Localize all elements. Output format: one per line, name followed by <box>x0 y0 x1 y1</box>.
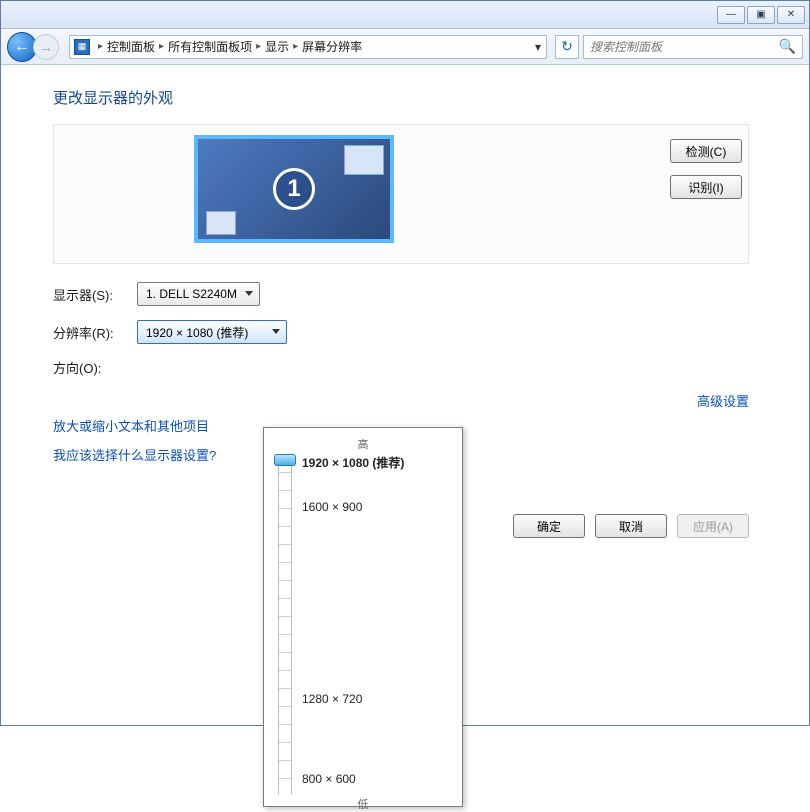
search-box[interactable]: 🔍 <box>583 35 803 59</box>
resolution-select[interactable]: 1920 × 1080 (推荐) <box>137 320 287 344</box>
chevron-right-icon: ▸ <box>98 41 103 52</box>
orientation-label: 方向(O): <box>53 358 137 377</box>
orientation-row: 方向(O): <box>53 358 749 377</box>
slider-high-label: 高 <box>274 436 452 452</box>
form-area: 显示器(S): 1. DELL S2240M 分辨率(R): 1920 × 10… <box>53 282 749 377</box>
breadcrumb-item[interactable]: 显示 <box>265 38 289 55</box>
display-select-value: 1. DELL S2240M <box>146 287 237 301</box>
breadcrumb[interactable]: ▦ ▸ 控制面板 ▸ 所有控制面板项 ▸ 显示 ▸ 屏幕分辨率 ▾ <box>69 35 547 59</box>
close-button[interactable]: ✕ <box>777 6 805 24</box>
breadcrumb-item[interactable]: 屏幕分辨率 <box>302 38 362 55</box>
breadcrumb-dropdown-icon[interactable]: ▾ <box>530 40 546 54</box>
titlebar: — ▣ ✕ <box>1 1 809 29</box>
breadcrumb-item[interactable]: 所有控制面板项 <box>168 38 252 55</box>
side-buttons: 检测(C) 识别(I) <box>670 135 742 199</box>
slider-low-label: 低 <box>274 796 452 812</box>
resolution-option[interactable]: 800 × 600 <box>302 772 356 786</box>
resolution-label: 分辨率(R): <box>53 323 137 342</box>
dropdown-body: 1920 × 1080 (推荐) 1600 × 900 1280 × 720 800 … <box>274 454 452 794</box>
preview-window-icon <box>344 145 384 175</box>
preview-window-icon <box>206 211 236 235</box>
resolution-option[interactable]: 1600 × 900 <box>302 500 362 514</box>
window: — ▣ ✕ ← → ▦ ▸ 控制面板 ▸ 所有控制面板项 ▸ 显示 ▸ 屏幕分辨… <box>0 0 810 726</box>
minimize-button[interactable]: — <box>717 6 745 24</box>
resolution-options-list: 1920 × 1080 (推荐) 1600 × 900 1280 × 720 800 … <box>302 454 452 794</box>
resolution-dropdown[interactable]: 高 1920 × 1080 (推荐) 1600 × 900 1280 × 720 80… <box>263 427 463 807</box>
chevron-down-icon <box>272 329 280 334</box>
breadcrumb-item[interactable]: 控制面板 <box>107 38 155 55</box>
forward-button[interactable]: → <box>33 34 59 60</box>
maximize-button[interactable]: ▣ <box>747 6 775 24</box>
monitor-number-badge: 1 <box>273 168 315 210</box>
arrow-left-icon: ← <box>14 38 30 56</box>
slider-thumb[interactable] <box>274 454 296 466</box>
search-input[interactable] <box>590 40 779 54</box>
chevron-right-icon: ▸ <box>256 41 261 52</box>
cancel-button[interactable]: 取消 <box>595 514 667 538</box>
monitor-preview-area: 1 检测(C) 识别(I) <box>53 124 749 264</box>
refresh-button[interactable]: ↻ <box>555 35 579 59</box>
control-panel-icon: ▦ <box>74 39 90 55</box>
display-row: 显示器(S): 1. DELL S2240M <box>53 282 749 306</box>
advanced-settings-link[interactable]: 高级设置 <box>697 391 749 410</box>
page-title: 更改显示器的外观 <box>53 87 749 108</box>
ok-button[interactable]: 确定 <box>513 514 585 538</box>
nav-buttons: ← → <box>1 32 65 62</box>
chevron-down-icon <box>245 291 253 296</box>
resolution-option[interactable]: 1280 × 720 <box>302 692 362 706</box>
advanced-link-row: 高级设置 <box>53 391 749 410</box>
navbar: ← → ▦ ▸ 控制面板 ▸ 所有控制面板项 ▸ 显示 ▸ 屏幕分辨率 ▾ ↻ … <box>1 29 809 65</box>
arrow-right-icon: → <box>39 39 53 55</box>
monitor-preview[interactable]: 1 <box>194 135 394 243</box>
resolution-slider[interactable] <box>278 454 292 794</box>
detect-button[interactable]: 检测(C) <box>670 139 742 163</box>
content: 更改显示器的外观 1 检测(C) 识别(I) 显示器(S): 1. DELL S… <box>1 65 809 725</box>
display-select[interactable]: 1. DELL S2240M <box>137 282 260 306</box>
resolution-select-value: 1920 × 1080 (推荐) <box>146 324 248 341</box>
refresh-icon: ↻ <box>561 38 573 55</box>
search-icon[interactable]: 🔍 <box>779 38 796 55</box>
apply-button[interactable]: 应用(A) <box>677 514 749 538</box>
identify-button[interactable]: 识别(I) <box>670 175 742 199</box>
display-label: 显示器(S): <box>53 285 137 304</box>
resolution-row: 分辨率(R): 1920 × 1080 (推荐) <box>53 320 749 344</box>
chevron-right-icon: ▸ <box>159 41 164 52</box>
chevron-right-icon: ▸ <box>293 41 298 52</box>
resolution-option[interactable]: 1920 × 1080 (推荐) <box>302 454 404 471</box>
